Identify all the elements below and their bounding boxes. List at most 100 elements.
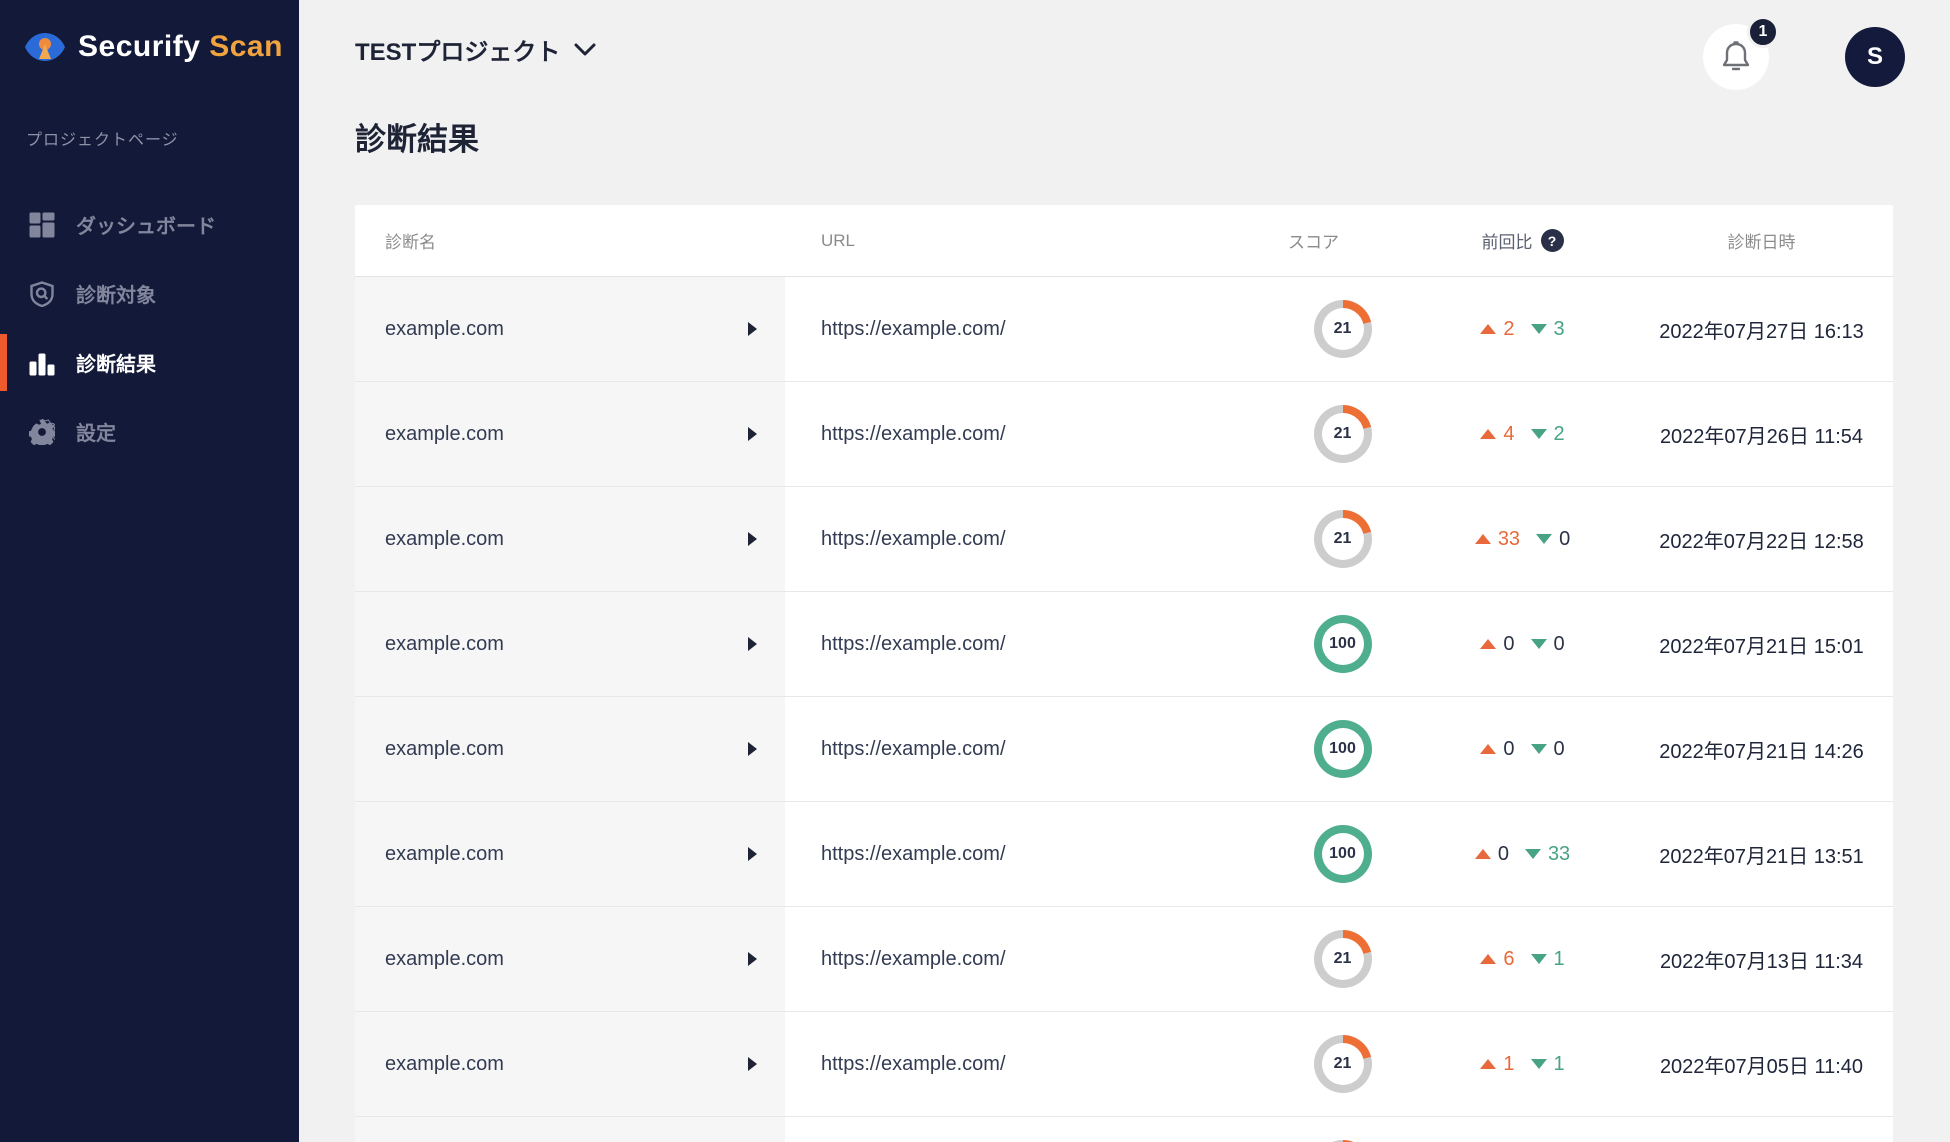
expand-arrow-icon: [748, 322, 757, 336]
scan-name-cell[interactable]: example.com: [355, 592, 785, 696]
table-row: example.com https://example.com/ 21 2 3 …: [355, 277, 1893, 382]
scan-date: 2022年07月21日 14:26: [1659, 740, 1864, 763]
score-cell: 21: [1270, 300, 1415, 358]
triangle-up-icon: [1480, 324, 1497, 334]
diff-down: 1: [1530, 1053, 1565, 1076]
scan-date: 2022年07月05日 11:40: [1659, 1055, 1864, 1078]
diff-down: 33: [1524, 843, 1570, 866]
expand-arrow-icon: [748, 532, 757, 546]
table-row: example.com https://example.com/ 21 33 0…: [355, 487, 1893, 592]
diff-cell: 0 33: [1415, 843, 1630, 866]
score-cell: 100: [1270, 720, 1415, 778]
avatar[interactable]: S: [1845, 27, 1905, 87]
topbar-icons: 1 S: [1703, 16, 1905, 90]
diff-down: 0: [1530, 737, 1565, 761]
table-row: example.com https://example.com/ 100 0 3…: [355, 802, 1893, 907]
score-cell: 21: [1270, 510, 1415, 568]
diff-up: 0: [1474, 843, 1509, 866]
triangle-down-icon: [1536, 534, 1553, 544]
sidebar-item-label: ダッシュボード: [76, 216, 216, 238]
score-ring: 21: [1313, 300, 1372, 358]
diff-cell: 6 1: [1415, 948, 1630, 971]
diff-down: 0: [1530, 632, 1565, 656]
triangle-down-icon: [1530, 639, 1547, 649]
score-value: 100: [1329, 635, 1356, 652]
diff-up-value: 33: [1497, 527, 1521, 550]
diff-down: 0: [1536, 528, 1570, 551]
triangle-up-icon: [1480, 429, 1497, 439]
project-selector[interactable]: TESTプロジェクト: [355, 32, 596, 67]
diff-up-value: 2: [1503, 317, 1515, 340]
scan-name: example.com: [385, 947, 504, 970]
help-icon[interactable]: ?: [1540, 229, 1564, 252]
triangle-down-icon: [1530, 744, 1547, 754]
triangle-down-icon: [1530, 1059, 1547, 1069]
score-ring: 21: [1313, 930, 1372, 988]
column-header-score: スコア: [1288, 233, 1339, 252]
securify-eye-icon: [25, 33, 65, 61]
scan-name-cell[interactable]: example.com: [355, 277, 785, 381]
page-title: 診断結果: [355, 122, 479, 157]
scan-name-cell[interactable]: example.com: [355, 697, 785, 801]
diff-cell: 0 0: [1415, 633, 1630, 656]
chevron-down-icon: [574, 43, 596, 55]
table-row: example.com https://example.com/ 21 4 2 …: [355, 382, 1893, 487]
sidebar-section-label: プロジェクトページ: [26, 132, 179, 149]
scan-url: https://example.com/: [821, 842, 1006, 865]
sidebar-item-label: 診断結果: [76, 354, 156, 376]
scan-name-cell[interactable]: example.com: [355, 382, 785, 486]
results-table: 診断名 URL スコア 前回比 ? 診断日時 example.com https…: [355, 205, 1893, 1142]
scan-name-cell[interactable]: example.com: [355, 907, 785, 1011]
score-value: 21: [1333, 530, 1352, 547]
scan-date: 2022年07月27日 16:13: [1659, 320, 1864, 343]
notifications-button[interactable]: 1: [1703, 16, 1779, 90]
diff-up-value: 0: [1503, 632, 1515, 655]
column-header-date: 診断日時: [1727, 233, 1796, 252]
diff-up-value: 0: [1503, 737, 1515, 760]
scan-name: example.com: [385, 527, 504, 550]
expand-arrow-icon: [748, 742, 757, 756]
scan-url: https://example.com/: [821, 1052, 1006, 1075]
triangle-up-icon: [1474, 849, 1491, 859]
scan-name-cell[interactable]: example.com: [355, 487, 785, 591]
triangle-up-icon: [1474, 534, 1491, 544]
diff-up: 2: [1480, 317, 1515, 341]
score-value: 21: [1333, 1055, 1352, 1072]
scan-url: https://example.com/: [821, 632, 1006, 655]
score-ring: 100: [1313, 615, 1372, 673]
sidebar-item-scan-results[interactable]: 診断結果: [0, 328, 299, 397]
app-logo: Securify Scan: [0, 0, 299, 64]
score-ring: 100: [1313, 720, 1372, 778]
sidebar-item-scan-targets[interactable]: 診断対象: [0, 259, 299, 328]
diff-down-value: 0: [1553, 737, 1565, 760]
gear-icon: [29, 418, 55, 445]
table-row: example.com https://example.com/ 100 0 0…: [355, 697, 1893, 802]
scan-name-cell[interactable]: example.com: [355, 1012, 785, 1116]
sidebar-item-dashboard[interactable]: ダッシュボード: [0, 190, 299, 259]
scan-url: https://example.com/: [821, 527, 1006, 550]
sidebar-item-label: 診断対象: [76, 285, 156, 307]
dashboard-icon: [29, 212, 55, 237]
diff-down-value: 0: [1553, 632, 1565, 655]
sidebar-item-settings[interactable]: 設定: [0, 397, 299, 466]
scan-name: example.com: [385, 317, 504, 340]
table-row: example.com https://example.com/ 21 1 1 …: [355, 1012, 1893, 1117]
column-header-url: URL: [821, 230, 856, 250]
score-ring: 21: [1313, 510, 1372, 568]
scan-url: https://example.com/: [821, 737, 1006, 760]
scan-url: https://example.com/: [821, 947, 1006, 970]
column-header-diff: 前回比 ?: [1482, 228, 1564, 253]
diff-up: 4: [1480, 422, 1515, 446]
diff-up: 0: [1480, 737, 1515, 761]
app-name: Securify Scan: [78, 30, 283, 63]
triangle-up-icon: [1480, 1059, 1497, 1069]
scan-url: https://example.com/: [821, 422, 1006, 445]
expand-arrow-icon: [748, 1057, 757, 1071]
scan-name-cell[interactable]: [355, 1117, 785, 1142]
diff-down: 1: [1530, 947, 1565, 971]
triangle-down-icon: [1530, 429, 1547, 439]
diff-up-value: 4: [1503, 422, 1515, 445]
diff-down-value: 1: [1553, 947, 1565, 970]
scan-name-cell[interactable]: example.com: [355, 802, 785, 906]
score-ring: 21: [1313, 405, 1372, 463]
